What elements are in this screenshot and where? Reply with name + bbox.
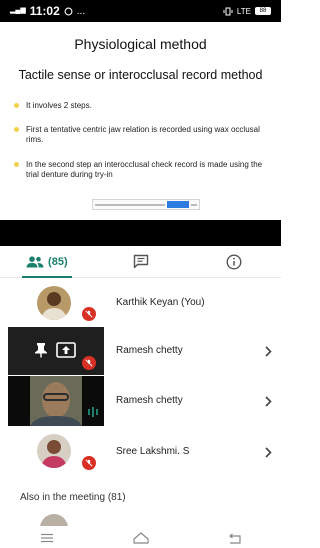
participant-row[interactable]: Ramesh chetty — [0, 327, 281, 375]
tab-info[interactable] — [187, 246, 281, 277]
participant-name: Ramesh chetty — [116, 345, 183, 356]
slide-subtitle: Tactile sense or interocclusal record me… — [18, 68, 263, 82]
tab-people[interactable]: (85) — [0, 246, 94, 278]
participant-video — [8, 376, 104, 426]
bullet-dot-icon — [14, 103, 19, 108]
bullet-dot-icon — [14, 162, 19, 167]
slide-share-bar[interactable] — [92, 199, 200, 210]
slide-bullet: First a tentative centric jaw relation i… — [14, 125, 264, 145]
participant-tile — [8, 279, 104, 327]
signal-icon: ▂▄▆ — [10, 7, 26, 14]
back-icon[interactable] — [228, 533, 242, 544]
bullet-dot-icon — [14, 127, 19, 132]
people-count: (85) — [48, 255, 68, 268]
info-icon — [226, 253, 242, 270]
participant-row[interactable]: Sree Lakshmi. S — [0, 427, 281, 475]
more-notifications: ... — [76, 5, 86, 17]
pin-icon[interactable] — [34, 342, 48, 358]
section-heading: Also in the meeting (81) — [20, 492, 126, 503]
share-bar-text — [95, 203, 165, 206]
tab-chat[interactable] — [94, 246, 188, 277]
avatar — [37, 434, 71, 468]
chevron-right-icon[interactable] — [263, 344, 273, 358]
bullet-text: In the second step an interocclusal chec… — [26, 160, 263, 179]
people-icon — [26, 255, 44, 267]
avatar — [37, 286, 71, 320]
participant-row[interactable]: Karthik Keyan (You) — [0, 279, 281, 327]
participant-name: Sree Lakshmi. S — [116, 446, 190, 457]
share-bar-tail — [191, 203, 197, 206]
presenting-icon — [56, 342, 76, 358]
chevron-right-icon[interactable] — [263, 394, 273, 408]
participant-name: Ramesh chetty — [116, 395, 183, 406]
slide-bullet: In the second step an interocclusal chec… — [14, 160, 264, 180]
presentation-slide[interactable]: Physiological method Tactile sense or in… — [0, 22, 281, 220]
notification-icon — [64, 7, 73, 15]
network-label: LTE — [236, 6, 251, 16]
chat-icon — [133, 254, 148, 269]
bullet-text: First a tentative centric jaw relation i… — [26, 125, 260, 144]
meeting-screen: ▂▄▆ 11:02 ... LTE 88 Physiological metho… — [0, 0, 281, 548]
home-icon[interactable] — [132, 532, 149, 544]
menu-icon[interactable] — [40, 533, 54, 543]
mic-off-icon — [82, 307, 96, 321]
participant-tile — [8, 327, 104, 375]
slide-bullet: It involves 2 steps. — [14, 101, 264, 111]
video-letterbox — [0, 220, 281, 246]
share-bar-button[interactable] — [167, 201, 189, 208]
mic-off-icon — [82, 356, 96, 370]
bullet-text: It involves 2 steps. — [26, 101, 92, 110]
clock: 11:02 — [29, 4, 60, 18]
participant-tile — [8, 427, 104, 475]
video-feed — [30, 376, 82, 426]
speaking-indicator-icon — [88, 407, 98, 417]
participant-row[interactable]: Ramesh chetty — [0, 376, 281, 426]
slide-title: Physiological method — [74, 36, 207, 52]
mic-off-icon — [82, 456, 96, 470]
system-nav-bar — [0, 528, 281, 548]
participant-tile-partial[interactable] — [8, 512, 104, 526]
battery-icon: 88 — [255, 7, 271, 15]
participant-name: Karthik Keyan (You) — [116, 297, 205, 308]
status-left: ▂▄▆ 11:02 ... — [10, 4, 85, 18]
chevron-right-icon[interactable] — [263, 445, 273, 459]
status-right: LTE 88 — [223, 7, 271, 16]
status-bar: ▂▄▆ 11:02 ... LTE 88 — [0, 0, 281, 22]
meeting-tabs: (85) — [0, 246, 281, 278]
vibrate-icon — [223, 7, 233, 15]
